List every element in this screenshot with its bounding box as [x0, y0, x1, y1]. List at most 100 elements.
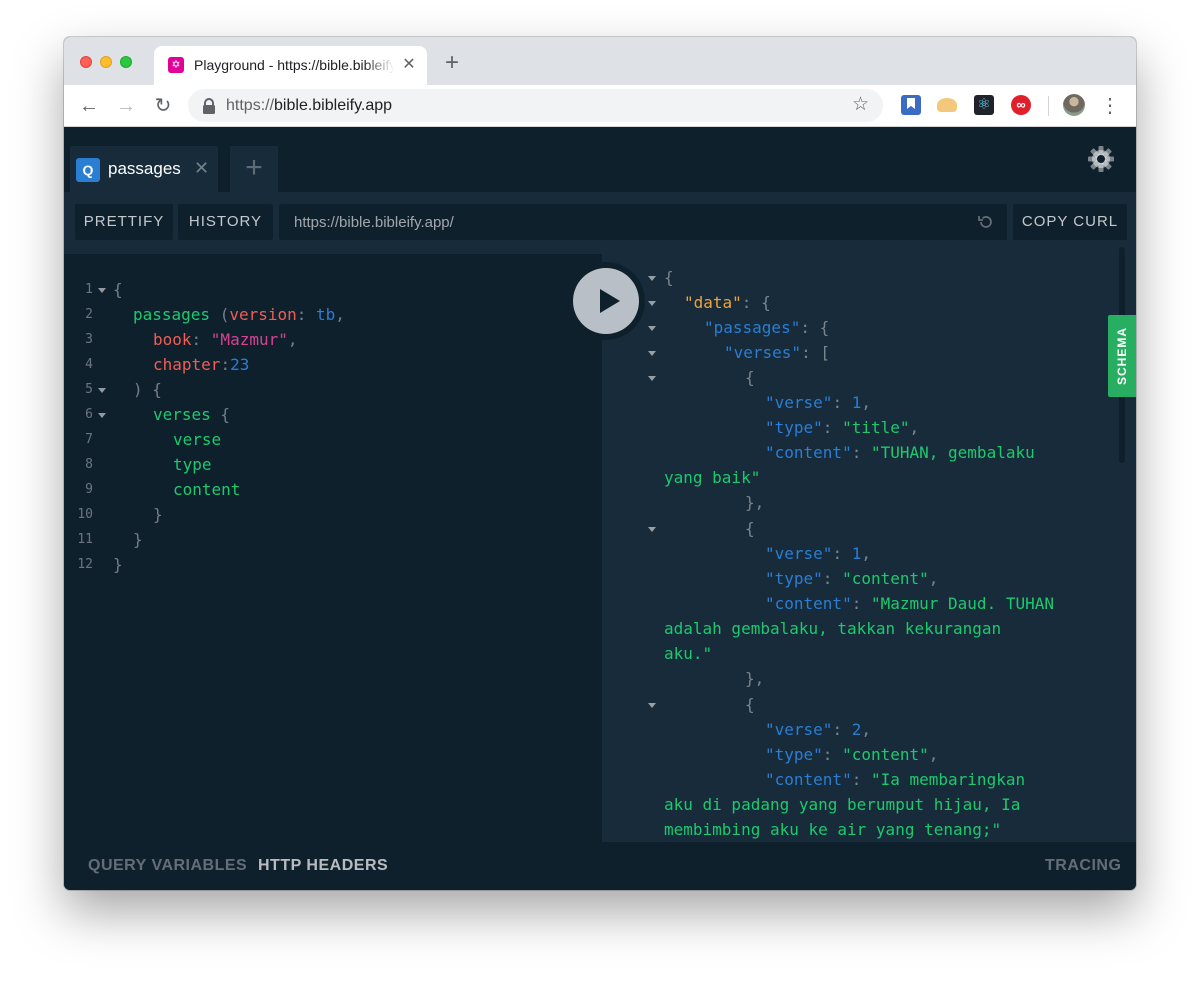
- maximize-window-button[interactable]: [120, 56, 132, 68]
- url-scheme: https://: [226, 97, 275, 114]
- result-line: },: [745, 490, 764, 515]
- code-token: version: [229, 305, 297, 324]
- gear-icon[interactable]: [1087, 145, 1115, 173]
- execute-query-button[interactable]: [567, 262, 645, 340]
- fold-arrow-icon[interactable]: [648, 301, 656, 306]
- bookmark-star-icon[interactable]: ☆: [852, 94, 869, 116]
- adobe-extension-icon[interactable]: [1011, 95, 1031, 115]
- fold-arrow-icon[interactable]: [98, 413, 106, 418]
- code-token: :: [832, 393, 852, 412]
- fold-arrow-icon[interactable]: [648, 351, 656, 356]
- query-line: content: [173, 477, 240, 502]
- code-token: adalah gembalaku, takkan kekurangan: [664, 619, 1002, 638]
- code-token: {: [745, 519, 755, 538]
- tab-label: passages: [108, 159, 181, 178]
- prettify-button[interactable]: PRETTIFY: [75, 204, 173, 240]
- result-line: "verse": 2,: [765, 717, 871, 742]
- line-number: 4: [85, 357, 93, 372]
- result-line: },: [745, 666, 764, 691]
- address-url: https://bible.bibleify.app: [226, 97, 392, 115]
- code-token: "content": [842, 569, 929, 588]
- http-headers-tab[interactable]: HTTP HEADERS: [258, 857, 388, 875]
- add-tab-button[interactable]: +: [230, 146, 278, 192]
- more-menu-icon[interactable]: ⋮: [1100, 93, 1120, 119]
- result-line: "content": "TUHAN, gembalaku: [765, 440, 1035, 465]
- code-token: "type": [765, 418, 823, 437]
- profile-avatar[interactable]: [1063, 94, 1085, 116]
- code-token: :: [822, 569, 843, 588]
- close-tab-icon[interactable]: ✕: [400, 56, 418, 74]
- copy-curl-button[interactable]: COPY CURL: [1013, 204, 1127, 240]
- reload-icon[interactable]: ↻: [150, 93, 176, 119]
- code-token: :: [851, 443, 871, 462]
- url-host: bible.bibleify.app: [274, 97, 393, 114]
- result-line: "passages": {: [704, 315, 829, 340]
- fold-arrow-icon[interactable]: [648, 703, 656, 708]
- result-line: yang baik": [664, 465, 760, 490]
- code-token: ,: [861, 393, 871, 412]
- line-number: 7: [85, 432, 93, 447]
- react-devtools-icon[interactable]: [974, 95, 994, 115]
- fold-arrow-icon[interactable]: [648, 326, 656, 331]
- browser-tab-playground[interactable]: ✡ Playground - https://bible.bibleify.ap…: [154, 46, 427, 85]
- result-line: "content": "Mazmur Daud. TUHAN: [765, 591, 1054, 616]
- schema-tab[interactable]: SCHEMA: [1108, 315, 1136, 397]
- code-token: ) {: [133, 380, 162, 399]
- pie-extension-icon[interactable]: [937, 98, 957, 112]
- tab-passages[interactable]: Q passages ✕: [70, 146, 218, 192]
- close-window-button[interactable]: [80, 56, 92, 68]
- line-number: 11: [77, 532, 93, 547]
- result-line: {: [745, 365, 755, 390]
- fold-arrow-icon[interactable]: [648, 527, 656, 532]
- tracing-tab[interactable]: TRACING: [1045, 857, 1121, 875]
- result-line: "type": "content",: [765, 742, 938, 767]
- fold-arrow-icon[interactable]: [648, 276, 656, 281]
- code-token: "verse": [765, 544, 833, 563]
- endpoint-input[interactable]: [279, 204, 969, 240]
- code-token: }: [113, 555, 123, 574]
- code-token: : {: [800, 318, 830, 337]
- playground-tabbar: Q passages ✕ +: [64, 127, 1136, 192]
- code-token: 1: [851, 544, 862, 563]
- line-number: 10: [77, 507, 93, 522]
- new-tab-button[interactable]: +: [440, 51, 464, 76]
- line-number: 6: [85, 407, 93, 422]
- close-icon[interactable]: ✕: [194, 157, 209, 179]
- query-variables-tab[interactable]: QUERY VARIABLES: [88, 857, 247, 875]
- code-token: {: [745, 368, 755, 387]
- query-badge: Q: [76, 158, 100, 182]
- fold-arrow-icon[interactable]: [98, 288, 106, 293]
- code-token: {: [745, 695, 755, 714]
- code-token: :: [822, 418, 843, 437]
- reload-schema-icon[interactable]: [977, 213, 995, 231]
- code-token: }: [133, 530, 143, 549]
- code-token: "Mazmur Daud. TUHAN: [870, 594, 1054, 613]
- code-token: ,: [909, 418, 920, 437]
- code-token: "type": [765, 569, 823, 588]
- address-bar[interactable]: https://bible.bibleify.app ☆: [188, 89, 883, 122]
- code-token: passages: [133, 305, 211, 324]
- code-token: :: [832, 720, 852, 739]
- browser-tabstrip: ✡ Playground - https://bible.bibleify.ap…: [64, 37, 1136, 85]
- code-token: :: [191, 330, 211, 349]
- code-token: 2: [851, 720, 862, 739]
- forward-arrow-icon[interactable]: →: [113, 93, 139, 119]
- back-arrow-icon[interactable]: ←: [76, 93, 102, 119]
- history-button[interactable]: HISTORY: [178, 204, 273, 240]
- line-number: 3: [85, 332, 93, 347]
- fold-arrow-icon[interactable]: [98, 388, 106, 393]
- fold-arrow-icon[interactable]: [648, 376, 656, 381]
- results-pane[interactable]: { "data": { "passages": { "verses": [ { …: [602, 254, 1136, 842]
- query-line: type: [173, 452, 212, 477]
- bottom-panel-bar: QUERY VARIABLES HTTP HEADERS TRACING: [64, 842, 1136, 890]
- code-token: content: [173, 480, 241, 499]
- bookmark-extension-icon[interactable]: [901, 95, 921, 115]
- code-token: "content": [765, 594, 852, 613]
- code-token: ,: [928, 569, 939, 588]
- query-editor[interactable]: 1 2 3 4 5 6 7 8 9 10 11 12 { passages (v…: [64, 254, 602, 842]
- result-line: membimbing aku ke air yang tenang;": [664, 817, 1001, 842]
- code-token: tb: [316, 305, 336, 324]
- code-token: :: [296, 305, 317, 324]
- code-token: "title": [842, 418, 910, 437]
- minimize-window-button[interactable]: [100, 56, 112, 68]
